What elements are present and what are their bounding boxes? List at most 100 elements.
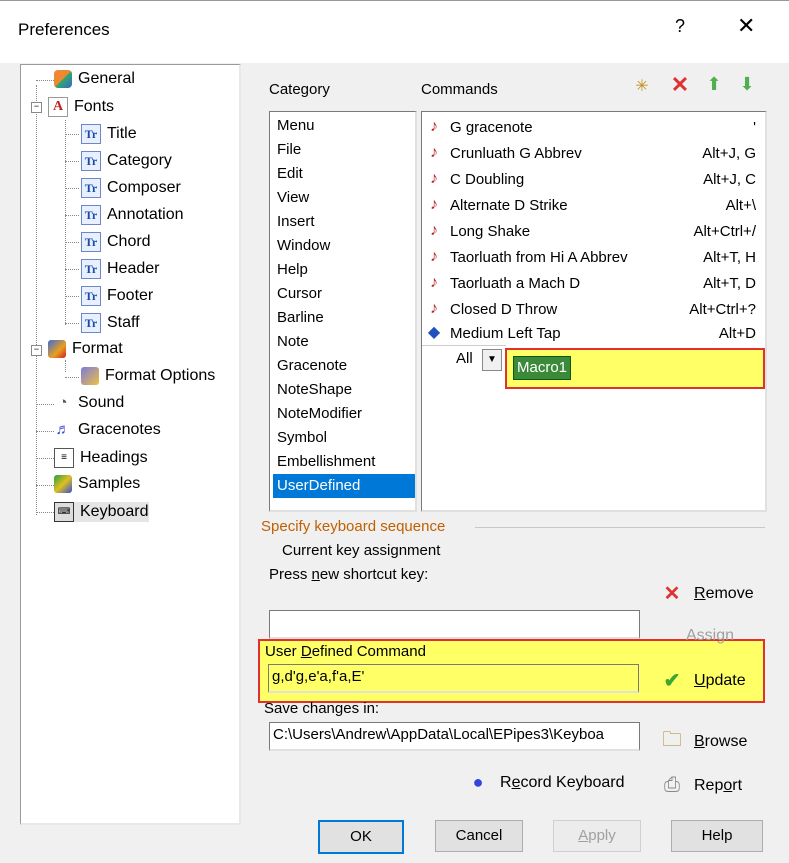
- shortcut-input[interactable]: [269, 610, 640, 639]
- macro-name-editor[interactable]: Macro1: [513, 356, 572, 380]
- category-item-insert[interactable]: Insert: [273, 210, 415, 234]
- command-row[interactable]: ♪ Closed D Throw Alt+Ctrl+?: [422, 296, 762, 322]
- preferences-tree[interactable]: − − General A Fonts Tr Title Tr Category…: [20, 64, 241, 825]
- tree-connector: [65, 377, 79, 378]
- category-item-gracenote[interactable]: Gracenote: [273, 354, 415, 378]
- tree-item-format[interactable]: Format: [48, 340, 123, 358]
- save-path-input[interactable]: C:\Users\Andrew\AppData\Local\EPipes3\Ke…: [269, 722, 640, 751]
- tree-item-staff[interactable]: Tr Staff: [81, 313, 140, 333]
- tree-item-category[interactable]: Tr Category: [81, 151, 172, 171]
- category-item-note[interactable]: Note: [273, 330, 415, 354]
- command-shortcut: Alt+Ctrl+/: [693, 222, 756, 240]
- udc-label: User Defined Command: [265, 643, 426, 660]
- category-item-cursor[interactable]: Cursor: [273, 282, 415, 306]
- tree-item-header[interactable]: Tr Header: [81, 259, 159, 279]
- tree-connector: [65, 296, 79, 297]
- tree-connector: [65, 360, 66, 372]
- tree-connector: [65, 215, 79, 216]
- help-button[interactable]: ?: [675, 16, 685, 37]
- tree-item-format-options[interactable]: Format Options: [81, 367, 215, 385]
- tree-item-annotation[interactable]: Tr Annotation: [81, 205, 184, 225]
- tree-connector: [36, 512, 54, 513]
- label-part: efined Command: [311, 643, 426, 660]
- udc-input[interactable]: g,d'g,e'a,f'a,E': [268, 664, 639, 693]
- category-item-edit[interactable]: Edit: [273, 162, 415, 186]
- label-part: B: [694, 733, 705, 750]
- tree-item-label: Fonts: [74, 98, 115, 115]
- category-list[interactable]: Menu File Edit View Insert Window Help C…: [269, 111, 417, 512]
- command-shortcut: Alt+Ctrl+?: [689, 300, 756, 318]
- category-item-notemodifier[interactable]: NoteModifier: [273, 402, 415, 426]
- ok-button[interactable]: OK: [318, 820, 404, 854]
- category-item-userdefined[interactable]: UserDefined: [273, 474, 415, 498]
- gracenote-command-icon: ♪: [430, 196, 438, 213]
- tree-item-gracenotes[interactable]: ♬ Gracenotes: [54, 421, 161, 439]
- category-item-embellishment[interactable]: Embellishment: [273, 450, 415, 474]
- command-row[interactable]: ♪ Crunluath G Abbrev Alt+J, G: [422, 140, 762, 166]
- command-row[interactable]: ◆ Medium Left Tap Alt+D: [422, 322, 762, 344]
- move-up-icon[interactable]: ⬆: [703, 74, 725, 96]
- record-label: Record Keyboard: [500, 774, 625, 792]
- category-item-symbol[interactable]: Symbol: [273, 426, 415, 450]
- move-down-icon[interactable]: ⬇: [736, 74, 758, 96]
- assign-button[interactable]: Assign: [686, 627, 734, 645]
- tree-item-keyboard[interactable]: ⌨ Keyboard: [54, 502, 149, 522]
- category-label: Category: [269, 81, 330, 98]
- apply-button[interactable]: Apply: [553, 820, 641, 852]
- remove-button[interactable]: ✕ Remove: [660, 581, 754, 606]
- record-keyboard-button[interactable]: ● Record Keyboard: [466, 772, 625, 793]
- update-button[interactable]: ✔ Update: [660, 668, 746, 693]
- close-button[interactable]: ✕: [737, 13, 755, 39]
- tree-item-chord[interactable]: Tr Chord: [81, 232, 151, 252]
- command-row[interactable]: ♪ Alternate D Strike Alt+\: [422, 192, 762, 218]
- gracenote-command-icon: ♪: [430, 170, 438, 187]
- tree-item-sound[interactable]: ◔ Sound: [54, 394, 124, 412]
- command-row[interactable]: ♪ G gracenote ': [422, 114, 762, 140]
- collapse-fonts-icon[interactable]: −: [31, 102, 42, 113]
- command-row[interactable]: ♪ Long Shake Alt+Ctrl+/: [422, 218, 762, 244]
- format-icon: [48, 340, 66, 358]
- report-label: Report: [694, 777, 742, 795]
- command-row[interactable]: ♪ Taorluath from Hi A Abbrev Alt+T, H: [422, 244, 762, 270]
- category-item-help[interactable]: Help: [273, 258, 415, 282]
- label-part: pply: [588, 827, 616, 844]
- filter-value[interactable]: All: [456, 350, 473, 367]
- tree-item-headings[interactable]: ≡ Headings: [54, 448, 148, 468]
- tree-item-label: Footer: [107, 287, 154, 304]
- category-item-barline[interactable]: Barline: [273, 306, 415, 330]
- browse-button[interactable]: 🗀 Browse: [660, 725, 747, 759]
- label-part: emove: [705, 584, 754, 602]
- category-item-file[interactable]: File: [273, 138, 415, 162]
- category-item-view[interactable]: View: [273, 186, 415, 210]
- save-in-label: Save changes in:: [264, 700, 380, 717]
- commands-list[interactable]: ♪ G gracenote ' ♪ Crunluath G Abbrev Alt…: [421, 111, 767, 512]
- tree-item-general[interactable]: General: [54, 70, 135, 88]
- category-item-noteshape[interactable]: NoteShape: [273, 378, 415, 402]
- command-row[interactable]: ♪ C Doubling Alt+J, C: [422, 166, 762, 192]
- tree-item-samples[interactable]: Samples: [54, 475, 140, 493]
- cancel-button[interactable]: Cancel: [435, 820, 523, 852]
- collapse-format-icon[interactable]: −: [31, 345, 42, 356]
- report-button[interactable]: ⎙ Report: [660, 774, 742, 797]
- command-row[interactable]: ♪ Taorluath a Mach D Alt+T, D: [422, 270, 762, 296]
- delete-command-icon[interactable]: ✕: [668, 72, 692, 97]
- new-command-icon[interactable]: ✳: [630, 76, 654, 98]
- tree-connector: [36, 85, 37, 515]
- tap-command-icon: ◆: [427, 324, 441, 341]
- browse-label: Browse: [694, 733, 747, 751]
- title-bar: [0, 0, 789, 63]
- label-part: A: [578, 827, 589, 844]
- general-icon: [54, 70, 72, 88]
- help-footer-button[interactable]: Help: [671, 820, 763, 852]
- tree-item-fonts[interactable]: A Fonts: [48, 97, 114, 117]
- category-item-window[interactable]: Window: [273, 234, 415, 258]
- category-item-menu[interactable]: Menu: [273, 114, 415, 138]
- tree-item-label: Headings: [80, 449, 148, 466]
- tree-item-title[interactable]: Tr Title: [81, 124, 137, 144]
- tree-item-footer[interactable]: Tr Footer: [81, 286, 153, 306]
- command-name: Medium Left Tap: [450, 324, 561, 342]
- tree-item-composer[interactable]: Tr Composer: [81, 178, 181, 198]
- gracenote-command-icon: ♪: [430, 300, 438, 317]
- label-part: cord Keyboard: [520, 773, 625, 791]
- filter-dropdown-icon[interactable]: ▼: [482, 349, 502, 371]
